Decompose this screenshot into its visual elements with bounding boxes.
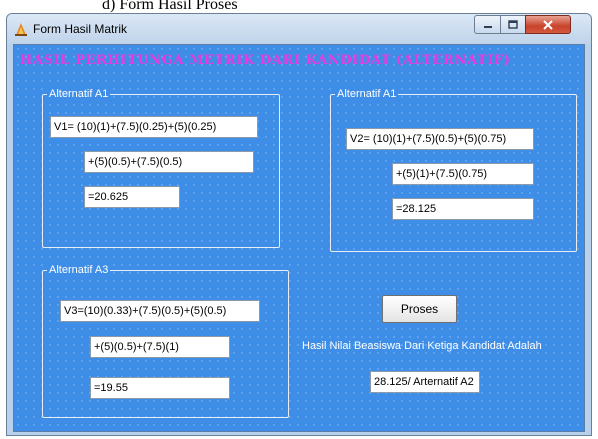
close-button[interactable] [525,15,571,34]
maximize-button[interactable] [500,15,526,34]
app-icon [15,23,27,36]
document-caption: d) Form Hasil Proses [102,0,238,13]
result-label: Hasil Nilai Beasiswa Dari Ketiga Kandida… [302,340,542,352]
form-client-area: HASIL PERHITUNGA METRIK DARI KANDIDAT (A… [13,44,585,432]
v1-result-field[interactable]: =20.625 [84,186,180,208]
maximize-icon [508,20,518,29]
group-title: Alternatif A3 [47,263,111,277]
group-title: Alternatif A1 [47,87,111,101]
minimize-button[interactable] [474,15,501,34]
group-title: Alternatif A1 [335,87,399,101]
proses-button[interactable]: Proses [382,295,457,323]
v3-formula-continuation-field[interactable]: +(5)(0.5)+(7.5)(1) [90,336,230,358]
v3-formula-field[interactable]: V3=(10)(0.33)+(7.5)(0.5)+(5)(0.5) [60,300,260,322]
minimize-icon [483,25,492,28]
v2-formula-continuation-field[interactable]: +(5)(1)+(7.5)(0.75) [392,163,534,185]
close-icon [543,19,553,30]
title-bar[interactable]: Form Hasil Matrik [7,14,591,44]
v1-formula-field[interactable]: V1= (10)(1)+(7.5)(0.25)+(5)(0.25) [50,116,258,138]
v3-result-field[interactable]: =19.55 [90,377,230,399]
form-window: Form Hasil Matrik HASIL PERHITUNGA METRI… [6,13,592,436]
v2-formula-field[interactable]: V2= (10)(1)+(7.5)(0.5)+(5)(0.75) [346,128,534,150]
v1-formula-continuation-field[interactable]: +(5)(0.5)+(7.5)(0.5) [84,151,254,173]
window-title: Form Hasil Matrik [33,22,128,36]
final-result-field[interactable]: 28.125/ Arternatif A2 [370,371,480,393]
form-heading: HASIL PERHITUNGA METRIK DARI KANDIDAT (A… [20,53,511,68]
v2-result-field[interactable]: =28.125 [392,198,534,220]
